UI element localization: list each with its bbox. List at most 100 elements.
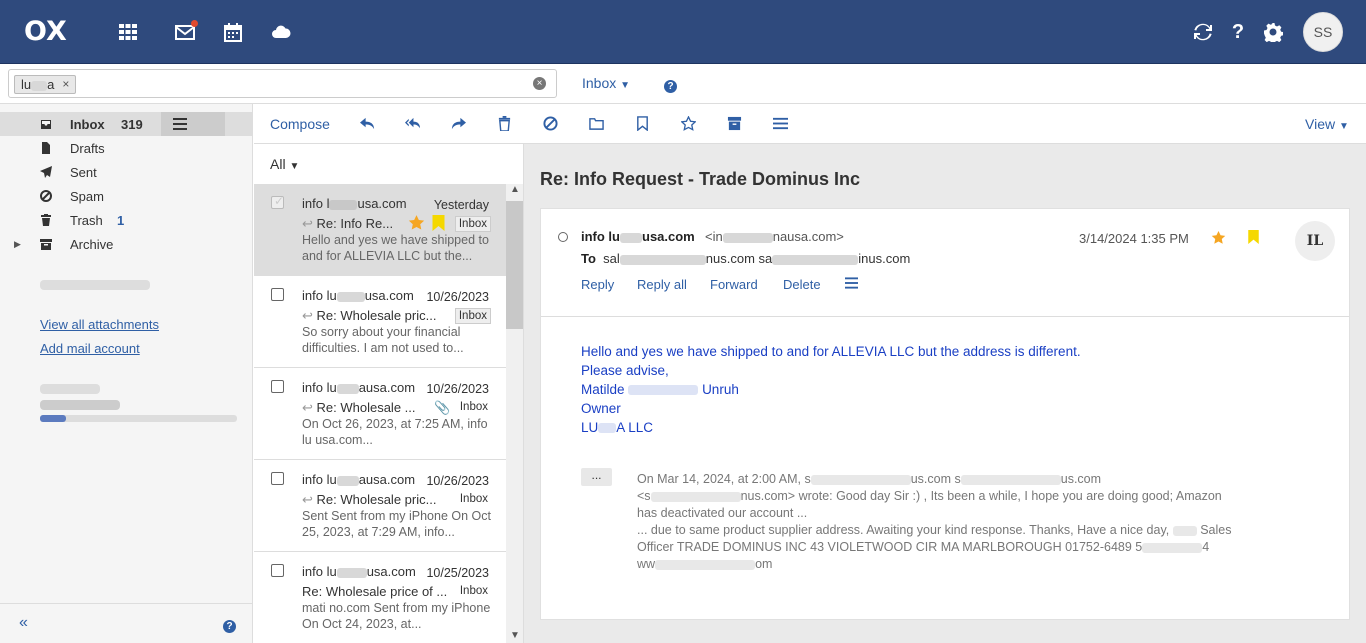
folder-trash[interactable]: Trash 1 [0,208,253,232]
user-avatar[interactable]: SS [1303,12,1343,52]
folder-drafts[interactable]: Drafts [0,136,253,160]
token-text-end: a [47,77,55,92]
expand-caret-icon[interactable]: ▶ [14,239,21,250]
folder-options-button[interactable] [161,112,225,136]
sender-domain: usa.com [357,196,407,211]
archive-icon[interactable] [727,116,742,134]
checkbox[interactable] [271,288,284,301]
search-input[interactable]: lu a × × [8,69,557,98]
token-remove-icon[interactable]: × [62,76,69,93]
attachment-paperclip-icon: 📎 [434,400,451,415]
folder-spam[interactable]: Spam [0,184,253,208]
redacted-account[interactable] [40,280,150,290]
delete-icon[interactable] [497,116,512,134]
star-icon[interactable] [408,214,425,234]
list-item[interactable]: info lu usa.com 10/25/2023 Re: Wholesale … [254,552,506,643]
settings-gear-icon[interactable] [1263,22,1283,42]
compose-button[interactable]: Compose [270,116,330,132]
drive-cloud-icon[interactable] [271,22,291,42]
quote-text: 4 [1202,540,1210,554]
sidebar-help-icon[interactable]: ? [223,617,236,633]
reply-all-button[interactable]: Reply all [637,277,687,292]
reply-button[interactable]: Reply [581,277,614,292]
list-item[interactable]: info lu ausa.com 10/26/2023 ↩ Re: Wholesa… [254,368,506,460]
help-icon[interactable]: ? [1228,21,1248,43]
caret-down-icon: ▼ [289,161,300,172]
recipient-end: nus.com [705,251,755,266]
collapse-sidebar-icon[interactable]: « [19,614,28,632]
unread-toggle-icon[interactable] [558,232,568,242]
move-folder-icon[interactable] [589,116,604,134]
checkbox[interactable]: ✓ [271,194,284,209]
preview-text: Sent Sent from my iPhone On Oct 25, 2023… [302,509,491,539]
date: 10/25/2023 [426,566,489,580]
quote-line: <s nus.com> wrote: Good day Sir :) , Its … [637,488,1277,505]
list-item[interactable]: info lu ausa.com 10/26/2023 ↩ Re: Wholesa… [254,460,506,552]
folder-sent[interactable]: Sent [0,160,253,184]
mail-icon[interactable] [175,20,198,42]
inbox-icon [41,120,51,129]
ox-logo[interactable]: OX [24,18,67,45]
quote-line: has deactivated our account ... [637,506,808,520]
sender-name[interactable]: info lu usa.com [581,229,695,244]
refresh-icon[interactable] [1193,22,1213,42]
header-divider [541,316,1349,317]
forward-button[interactable]: Forward [710,277,758,292]
recipient[interactable]: sal nus.com [603,251,755,266]
show-quoted-text-button[interactable]: ... [581,468,612,486]
sender-domain: usa.com [366,564,416,579]
folder-badge: Inbox [454,216,491,232]
top-bar: OX ? SS [0,0,1366,64]
search-help-icon[interactable]: ? [664,77,677,93]
sender-name-start: info lu [581,229,620,244]
list-item[interactable]: ✓ info l usa.com Yesterday ↩ Re: Info Re.… [254,184,506,276]
forward-icon[interactable] [451,116,466,134]
unread-indicator [191,20,198,27]
sender-avatar[interactable]: IL [1295,221,1335,261]
list-item[interactable]: info lu usa.com 10/26/2023 ↩ Re: Wholesal… [254,276,506,368]
more-actions-icon[interactable] [773,116,788,134]
more-actions-icon[interactable] [845,277,858,292]
sender-domain: ausa.com [358,472,416,487]
folder-badge: Inbox [459,585,488,597]
detail-subject: Re: Info Request - Trade Dominus Inc [540,169,861,189]
signature-first-name: Matilde [581,382,625,397]
apps-grid-icon[interactable] [118,22,138,42]
flag-icon[interactable] [1248,230,1259,247]
sender-name: info lu [302,564,337,579]
search-folder-dropdown[interactable]: Inbox ▼ [582,75,630,91]
scroll-down-icon[interactable]: ▼ [510,630,520,641]
recipient[interactable]: sa inus.com [759,251,911,266]
checkbox[interactable] [271,564,284,577]
list-filter-dropdown[interactable]: All ▼ [270,156,299,172]
add-mail-account-link[interactable]: Add mail account [40,341,140,356]
redacted-text [620,232,642,243]
view-dropdown[interactable]: View ▼ [1305,116,1349,132]
trash-icon [41,214,51,226]
redacted-text [655,559,756,570]
checkbox[interactable] [271,472,284,485]
search-token[interactable]: lu a × [14,75,77,94]
redacted-text [31,80,48,91]
flag-icon[interactable] [635,116,650,134]
quoted-text: On Mar 14, 2024, at 2:00 AM, s us.com s us… [637,471,1277,573]
scroll-up-icon[interactable]: ▲ [510,184,520,195]
reply-icon[interactable] [360,116,375,134]
calendar-icon[interactable] [223,22,243,42]
delete-button[interactable]: Delete [783,277,821,292]
mail-list-scrollbar[interactable]: ▲ ▼ [506,184,523,643]
star-icon[interactable] [1211,230,1226,248]
folder-inbox[interactable]: Inbox 319 [0,112,253,136]
reply-all-icon[interactable] [405,116,420,134]
clear-search-icon[interactable]: × [533,77,546,90]
recipient-end: inus.com [858,251,911,266]
folder-archive[interactable]: ▶ Archive [0,232,253,256]
quote-text: us.com [910,472,952,486]
search-bar: lu a × × Inbox ▼ ? [0,64,1366,104]
checkbox[interactable] [271,380,284,393]
view-all-attachments-link[interactable]: View all attachments [40,317,159,332]
folder-sidebar: Inbox 319 Drafts Sent Spam Trash 1 ▶ Arc… [0,104,253,643]
scrollbar-thumb[interactable] [506,201,523,329]
star-icon[interactable] [680,115,697,134]
spam-icon[interactable] [543,116,558,134]
